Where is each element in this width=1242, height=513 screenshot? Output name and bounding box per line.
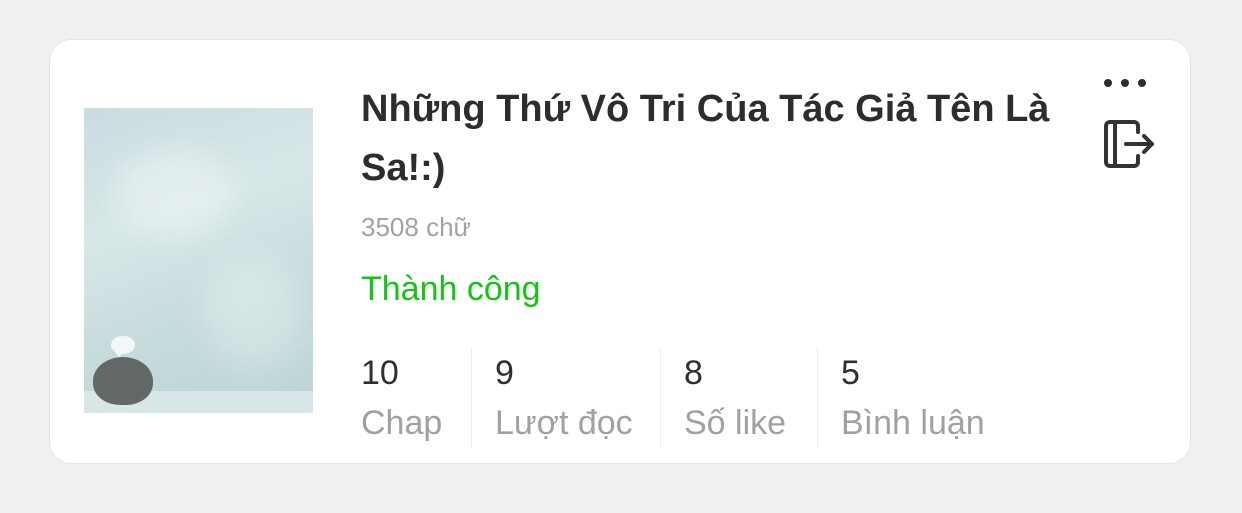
stat-divider: [660, 348, 661, 448]
stat-divider: [817, 348, 818, 448]
stat-value: 10: [361, 354, 399, 392]
stat-label: Lượt đọc: [495, 404, 633, 442]
stat-value: 8: [684, 354, 703, 392]
more-horizontal-icon[interactable]: [1103, 76, 1147, 90]
stat-label: Bình luận: [841, 404, 985, 442]
word-count: 3508 chữ: [361, 212, 471, 242]
story-cover-image[interactable]: [84, 108, 313, 413]
stat-value: 5: [841, 354, 860, 392]
exit-icon[interactable]: [1100, 118, 1156, 174]
story-title[interactable]: Những Thứ Vô Tri Của Tác Giả Tên Là Sa!:…: [361, 80, 1061, 198]
stat-label: Số like: [684, 404, 787, 442]
stat-value: 9: [495, 354, 514, 392]
story-card[interactable]: Những Thứ Vô Tri Của Tác Giả Tên Là Sa!:…: [49, 39, 1191, 464]
stat-divider: [471, 348, 472, 448]
status-text: Thành công: [361, 270, 541, 308]
stat-label: Chap: [361, 404, 443, 442]
